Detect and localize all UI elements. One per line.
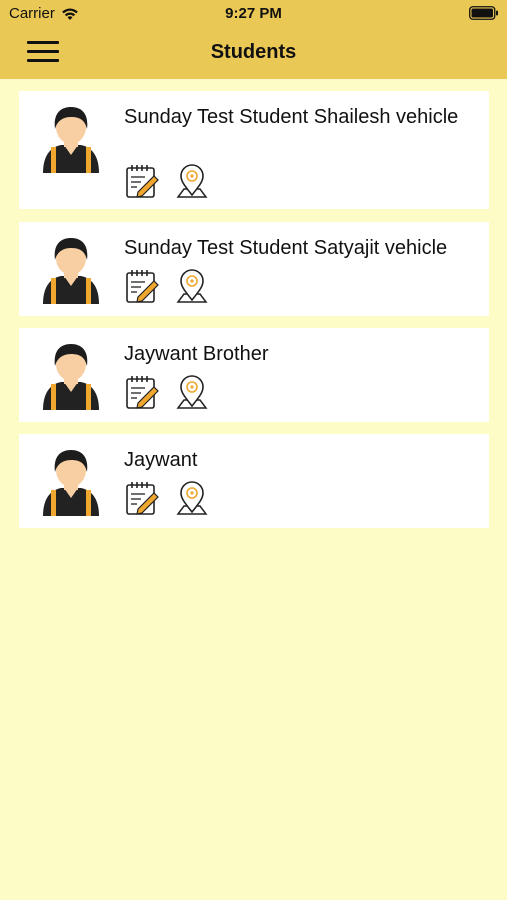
student-card[interactable]: Jaywant: [19, 434, 489, 528]
notepad-pencil-icon[interactable]: [124, 374, 160, 410]
app-header: Carrier 9:27 PM Students: [0, 0, 507, 79]
student-actions: [124, 480, 224, 516]
notepad-pencil-icon[interactable]: [124, 163, 160, 199]
student-name: Sunday Test Student Satyajit vehicle: [124, 237, 448, 259]
student-name: Jaywant: [124, 449, 198, 471]
student-name: Sunday Test Student Shailesh vehicle: [124, 106, 459, 128]
map-pin-icon[interactable]: [174, 374, 210, 410]
map-pin-icon[interactable]: [174, 268, 210, 304]
navigation-bar: Students: [0, 28, 507, 79]
student-name: Jaywant Brother: [124, 343, 269, 365]
student-actions: [124, 268, 224, 304]
status-time: 9:27 PM: [225, 5, 282, 22]
student-card[interactable]: Sunday Test Student Shailesh vehicle: [19, 91, 489, 209]
page-title: Students: [210, 41, 297, 63]
student-actions: [124, 374, 224, 410]
student-avatar-icon: [43, 105, 99, 175]
student-card[interactable]: Sunday Test Student Satyajit vehicle: [19, 222, 489, 316]
student-actions: [124, 163, 224, 199]
notepad-pencil-icon[interactable]: [124, 480, 160, 516]
student-avatar-icon: [43, 236, 99, 306]
student-avatar-icon: [43, 342, 99, 412]
student-card[interactable]: Jaywant Brother: [19, 328, 489, 422]
notepad-pencil-icon[interactable]: [124, 268, 160, 304]
map-pin-icon[interactable]: [174, 163, 210, 199]
student-avatar-icon: [43, 448, 99, 518]
status-bar: Carrier 9:27 PM: [0, 0, 507, 28]
map-pin-icon[interactable]: [174, 480, 210, 516]
battery-icon: [469, 6, 499, 20]
